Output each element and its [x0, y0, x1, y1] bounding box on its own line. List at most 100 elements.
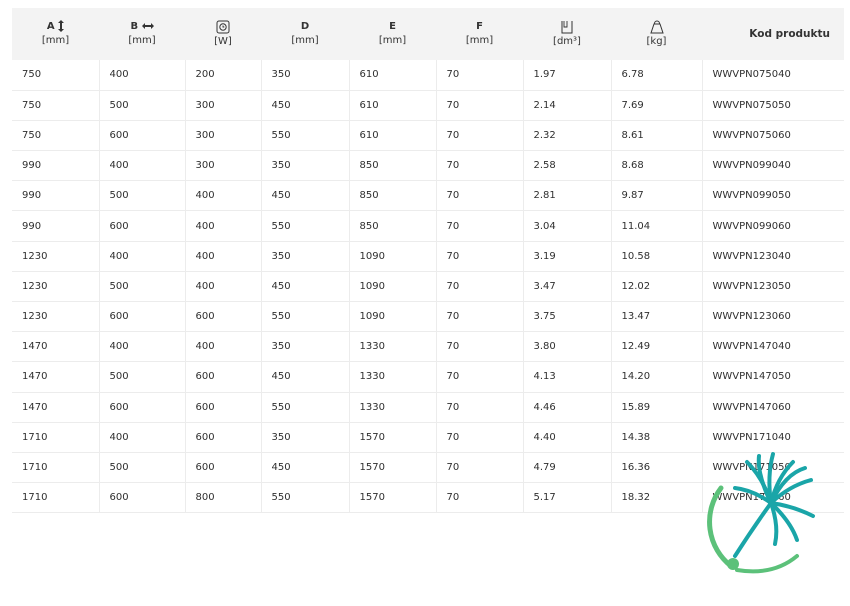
cell-f: 70	[436, 120, 524, 152]
cell-d: 450	[261, 361, 350, 393]
cell-power: 600	[185, 301, 262, 333]
header-a: A [mm]	[12, 8, 99, 60]
cell-f: 70	[436, 90, 524, 121]
cell-weight: 14.20	[611, 361, 703, 393]
header-d-unit: [mm]	[291, 35, 319, 46]
cell-b: 600	[99, 210, 186, 242]
cell-volume: 4.79	[523, 452, 612, 484]
cell-product-code: WWVPN075040	[702, 60, 844, 91]
cell-a: 1470	[12, 331, 100, 363]
cell-a: 1470	[12, 361, 100, 393]
header-f-label: F	[476, 21, 483, 32]
cell-b: 500	[99, 361, 186, 393]
cell-weight: 12.02	[611, 271, 703, 303]
cell-d: 450	[261, 452, 350, 484]
header-a-unit: [mm]	[41, 35, 70, 46]
table-row: 990 500 400 450 850 70 2.81 9.87 WWVPN099050	[12, 180, 844, 212]
cell-weight: 9.87	[611, 180, 703, 212]
cell-f: 70	[436, 150, 524, 182]
cell-a: 1230	[12, 271, 100, 303]
table-row: 1230 500 400 450 1090 70 3.47 12.02 WWVPN123050	[12, 271, 844, 303]
header-product-code: Kod produktu	[749, 28, 830, 40]
weight-icon	[649, 20, 664, 33]
cell-power: 400	[185, 331, 262, 363]
cell-d: 550	[261, 301, 350, 333]
spec-table-container: A [mm] B [mm] [W] D [mm] E [mm] F [mm] […	[12, 8, 844, 514]
cell-volume: 2.14	[523, 90, 612, 121]
cell-weight: 6.78	[611, 60, 703, 91]
cell-product-code: WWVPN123050	[702, 271, 844, 303]
cell-d: 350	[261, 331, 350, 363]
table-row: 990 400 300 350 850 70 2.58 8.68 WWVPN099040	[12, 150, 844, 182]
cell-weight: 7.69	[611, 90, 703, 121]
table-row: 1230 600 600 550 1090 70 3.75 13.47 WWVPN123060	[12, 301, 844, 333]
cell-b: 400	[99, 331, 186, 363]
header-f-unit: [mm]	[465, 35, 494, 46]
cell-product-code: WWVPN075050	[702, 90, 844, 121]
cell-b: 600	[99, 301, 186, 333]
cell-f: 70	[436, 301, 524, 333]
cell-weight: 10.58	[611, 241, 703, 272]
cell-d: 550	[261, 392, 350, 423]
cell-e: 1090	[349, 241, 437, 272]
cell-f: 70	[436, 452, 524, 484]
cell-weight: 15.89	[611, 392, 703, 423]
cell-e: 850	[349, 150, 437, 182]
cell-d: 450	[261, 90, 350, 121]
dandelion-logo-icon	[707, 452, 815, 574]
cell-power: 600	[185, 422, 262, 453]
table-row: 1470 500 600 450 1330 70 4.13 14.20 WWVPN147050	[12, 361, 844, 393]
header-b-label: B	[130, 21, 139, 32]
cell-weight: 8.68	[611, 150, 703, 182]
header-power-unit: [W]	[214, 35, 232, 47]
cell-e: 1570	[349, 452, 437, 484]
cell-product-code: WWVPN147040	[702, 331, 844, 363]
cell-a: 750	[12, 60, 100, 91]
cell-power: 200	[185, 60, 262, 91]
cell-a: 990	[12, 150, 100, 182]
cell-f: 70	[436, 60, 524, 91]
cell-a: 990	[12, 210, 100, 242]
cell-f: 70	[436, 271, 524, 303]
cell-b: 400	[99, 150, 186, 182]
cell-f: 70	[436, 392, 524, 423]
cell-power: 300	[185, 150, 262, 182]
cell-volume: 1.97	[523, 60, 612, 91]
cell-d: 550	[261, 482, 350, 514]
cell-power: 400	[185, 271, 262, 303]
cell-d: 350	[261, 60, 350, 91]
spec-table: A [mm] B [mm] [W] D [mm] E [mm] F [mm] […	[12, 8, 844, 514]
cell-a: 990	[12, 180, 100, 212]
cell-a: 1710	[12, 422, 100, 453]
cell-product-code: WWVPN123040	[702, 241, 844, 272]
header-f: F [mm]	[436, 8, 523, 60]
cell-a: 1710	[12, 482, 100, 514]
cell-f: 70	[436, 331, 524, 363]
volume-icon	[561, 20, 573, 33]
cell-a: 750	[12, 120, 100, 152]
header-volume: [dm³]	[523, 8, 611, 60]
cell-e: 610	[349, 60, 437, 91]
cell-weight: 8.61	[611, 120, 703, 152]
cell-f: 70	[436, 361, 524, 393]
cell-e: 1570	[349, 482, 437, 514]
cell-d: 350	[261, 241, 350, 272]
header-b: B [mm]	[99, 8, 185, 60]
cell-d: 350	[261, 150, 350, 182]
cell-e: 1090	[349, 271, 437, 303]
cell-b: 500	[99, 90, 186, 121]
vertical-arrow-icon	[58, 20, 65, 32]
cell-e: 1090	[349, 301, 437, 333]
table-row: 990 600 400 550 850 70 3.04 11.04 WWVPN099060	[12, 210, 844, 242]
cell-weight: 13.47	[611, 301, 703, 333]
cell-d: 450	[261, 271, 350, 303]
cell-a: 1470	[12, 392, 100, 423]
cell-b: 400	[99, 422, 186, 453]
cell-power: 600	[185, 452, 262, 484]
cell-e: 1330	[349, 361, 437, 393]
cell-e: 850	[349, 210, 437, 242]
table-row: 1230 400 400 350 1090 70 3.19 10.58 WWVPN123040	[12, 241, 844, 272]
cell-d: 550	[261, 210, 350, 242]
header-weight-unit: [kg]	[646, 35, 667, 47]
cell-f: 70	[436, 210, 524, 242]
